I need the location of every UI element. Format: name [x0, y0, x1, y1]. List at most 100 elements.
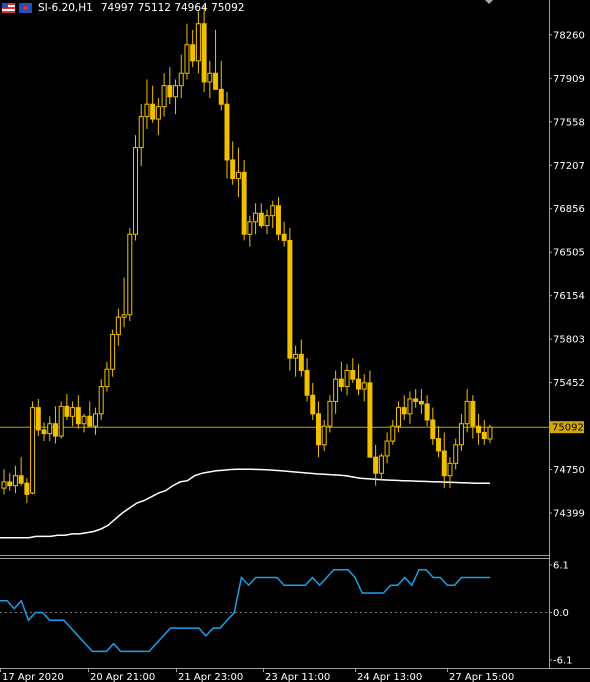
candle — [110, 329, 116, 377]
bear-candle-body — [367, 382, 373, 458]
bear-candle-body — [373, 456, 379, 474]
candle — [264, 209, 270, 235]
candle — [390, 420, 396, 445]
candle — [70, 401, 76, 427]
bear-candle-body — [476, 425, 482, 433]
candle — [30, 401, 36, 495]
bear-candle-body — [18, 475, 24, 484]
candle — [424, 395, 430, 427]
bull-candle-body — [98, 386, 104, 415]
bull-candle-body — [333, 378, 339, 402]
candle — [104, 361, 110, 392]
candle — [247, 215, 253, 247]
symbol-label: SI-6.20,H1 — [38, 2, 93, 14]
bear-candle-body — [218, 88, 224, 105]
candle — [355, 364, 361, 396]
price-tick-label: 76856 — [553, 204, 585, 215]
candle — [413, 389, 419, 408]
candle — [1, 469, 7, 495]
bull-candle-body — [173, 85, 179, 98]
bull-candle-body — [92, 413, 98, 427]
candle — [458, 413, 464, 451]
time-tick-label: 27 Apr 15:00 — [449, 672, 514, 682]
candle — [270, 200, 276, 229]
candle — [58, 401, 64, 439]
bull-candle-body — [464, 400, 470, 425]
bull-candle-body — [70, 407, 76, 417]
bull-candle-body — [12, 475, 18, 487]
candle — [436, 426, 442, 458]
bull-candle-body — [121, 314, 127, 318]
bear-candle-body — [315, 413, 321, 446]
bear-candle-body — [470, 400, 476, 427]
candle — [253, 203, 259, 235]
candle — [7, 473, 13, 491]
bear-candle-body — [24, 482, 30, 495]
bear-candle-body — [338, 378, 344, 388]
chart-canvas[interactable]: 78260 77909 77558 77207 76856 76505 76154 75803… — [0, 0, 590, 682]
ru-flag-icon — [19, 3, 32, 13]
candle — [453, 438, 459, 470]
bull-candle-body — [487, 426, 493, 440]
candle — [24, 478, 30, 503]
candle — [407, 391, 413, 424]
time-tick-label: 23 Apr 11:00 — [265, 672, 330, 682]
candle — [173, 79, 179, 115]
scroll-marker-icon[interactable] — [485, 0, 493, 4]
bull-candle-body — [390, 425, 396, 442]
candle — [75, 395, 81, 429]
bear-candle-body — [224, 103, 230, 161]
bear-candle-body — [241, 171, 247, 235]
time-tick-label: 21 Apr 23:00 — [178, 672, 243, 682]
bull-candle-body — [361, 382, 367, 390]
bull-candle-body — [447, 462, 453, 477]
bear-candle-body — [350, 369, 356, 380]
bull-candle-body — [378, 455, 384, 474]
bear-candle-body — [287, 239, 293, 359]
candle — [144, 79, 150, 129]
price-tick-label: 78260 — [553, 30, 585, 41]
candle — [430, 407, 436, 445]
bear-candle-body — [430, 419, 436, 440]
bull-candle-body — [247, 221, 253, 235]
moving-average-line — [0, 468, 490, 539]
price-tick-label: 76505 — [553, 248, 585, 259]
bull-candle-body — [1, 481, 7, 489]
us-flag-icon — [2, 3, 15, 13]
bull-candle-body — [321, 425, 327, 446]
bull-candle-body — [115, 316, 121, 336]
bear-candle-body — [87, 415, 93, 427]
candle — [310, 382, 316, 421]
bear-candle-body — [281, 233, 287, 241]
bear-candle-body — [481, 431, 487, 440]
price-tick-label: 74399 — [553, 509, 585, 520]
price-tick-label: 77207 — [553, 161, 585, 172]
candle — [218, 60, 224, 111]
bull-candle-body — [161, 85, 167, 108]
bear-candle-body — [310, 394, 316, 415]
candle — [470, 395, 476, 439]
candle — [52, 406, 58, 444]
candle — [190, 29, 196, 68]
price-tick-label: 75452 — [553, 378, 585, 389]
bull-candle-body — [195, 23, 201, 62]
price-tick-label: 74750 — [553, 465, 585, 476]
candle — [315, 401, 321, 458]
indicator-tick-label: 0.0 — [553, 608, 569, 619]
candle — [127, 228, 133, 321]
bear-candle-body — [64, 405, 70, 417]
candle — [115, 308, 121, 346]
candle — [195, 11, 201, 74]
candle — [344, 364, 350, 396]
candle — [150, 85, 156, 123]
candle — [47, 416, 53, 442]
candle — [321, 420, 327, 451]
candle — [18, 457, 24, 486]
bear-candle-body — [258, 212, 264, 227]
time-tick-label: 20 Apr 21:00 — [90, 672, 155, 682]
candle — [396, 401, 402, 433]
bull-candle-body — [133, 147, 139, 235]
bear-candle-body — [150, 103, 156, 120]
candle — [418, 389, 424, 414]
candle — [281, 221, 287, 247]
